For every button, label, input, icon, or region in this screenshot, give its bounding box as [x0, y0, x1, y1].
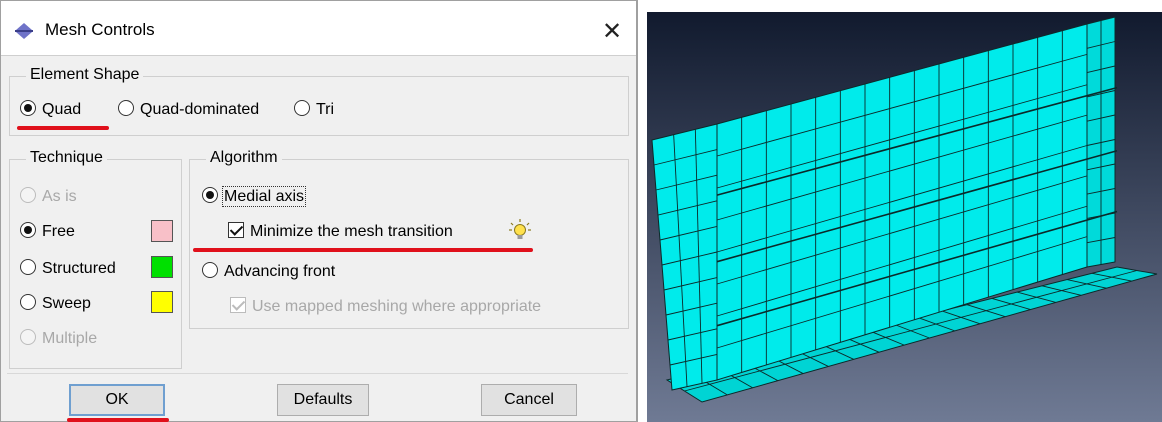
- radio-quad-dominated[interactable]: Quad-dominated: [118, 100, 259, 119]
- lightbulb-icon[interactable]: [508, 218, 532, 244]
- element-shape-legend: Element Shape: [26, 66, 144, 84]
- radio-medial-axis[interactable]: Medial axis: [202, 186, 307, 207]
- cancel-button[interactable]: Cancel: [481, 384, 577, 416]
- radio-free[interactable]: Free: [20, 222, 75, 241]
- radio-free-indicator[interactable]: [20, 222, 36, 238]
- mesh-controls-dialog: Mesh Controls ✕ Element Shape Quad Quad-…: [0, 0, 638, 422]
- radio-as-is-indicator[interactable]: [20, 187, 36, 203]
- radio-quad-indicator[interactable]: [20, 100, 36, 116]
- checkbox-mapped-meshing[interactable]: Use mapped meshing where appropriate: [230, 297, 541, 316]
- checkbox-minimize-transition-label: Minimize the mesh transition: [250, 223, 453, 240]
- radio-structured-indicator[interactable]: [20, 259, 36, 275]
- radio-advancing-front-label: Advancing front: [224, 263, 336, 280]
- radio-advancing-front-indicator[interactable]: [202, 262, 218, 278]
- radio-as-is-label: As is: [42, 188, 77, 205]
- close-icon: ✕: [601, 17, 623, 45]
- radio-tri-indicator[interactable]: [294, 100, 310, 116]
- radio-structured-label: Structured: [42, 260, 116, 277]
- annotation-underline-minimize: [193, 248, 533, 252]
- title-bar: Mesh Controls ✕: [1, 1, 636, 56]
- checkbox-minimize-transition[interactable]: Minimize the mesh transition: [228, 222, 453, 241]
- radio-tri[interactable]: Tri: [294, 100, 334, 119]
- radio-sweep-indicator[interactable]: [20, 294, 36, 310]
- radio-multiple-label: Multiple: [42, 330, 98, 347]
- algorithm-legend: Algorithm: [206, 149, 282, 167]
- meshed-part-render: [647, 12, 1162, 422]
- radio-medial-axis-label: Medial axis: [221, 186, 307, 207]
- radio-quad-dominated-label: Quad-dominated: [140, 101, 260, 118]
- radio-sweep[interactable]: Sweep: [20, 294, 91, 313]
- model-viewport[interactable]: [647, 12, 1162, 422]
- radio-multiple-indicator[interactable]: [20, 329, 36, 345]
- dialog-title: Mesh Controls: [45, 20, 155, 39]
- radio-free-label: Free: [42, 223, 75, 240]
- checkbox-mapped-meshing-label: Use mapped meshing where appropriate: [252, 298, 542, 315]
- technique-group: Technique As is Free Structured Sweep Mu…: [9, 149, 182, 369]
- annotation-underline-quad: [17, 126, 109, 130]
- radio-as-is[interactable]: As is: [20, 187, 77, 206]
- annotation-underline-ok: [67, 418, 169, 422]
- radio-medial-axis-indicator[interactable]: [202, 187, 218, 203]
- button-separator: [7, 373, 628, 374]
- radio-tri-label: Tri: [316, 101, 335, 118]
- radio-advancing-front[interactable]: Advancing front: [202, 262, 335, 281]
- radio-multiple[interactable]: Multiple: [20, 329, 97, 348]
- radio-quad[interactable]: Quad: [20, 100, 81, 119]
- algorithm-group: Algorithm Medial axis Minimize the mesh …: [189, 149, 629, 329]
- radio-structured[interactable]: Structured: [20, 259, 116, 278]
- radio-quad-label: Quad: [42, 101, 82, 118]
- structured-color-swatch: [151, 256, 173, 278]
- radio-quad-dominated-indicator[interactable]: [118, 100, 134, 116]
- sweep-color-swatch: [151, 291, 173, 313]
- radio-sweep-label: Sweep: [42, 295, 91, 312]
- ok-button[interactable]: OK: [69, 384, 165, 416]
- checkbox-mapped-meshing-box[interactable]: [230, 297, 246, 313]
- technique-legend: Technique: [26, 149, 107, 167]
- close-button[interactable]: ✕: [594, 13, 630, 49]
- free-color-swatch: [151, 220, 173, 242]
- mesh-controls-icon: [15, 23, 33, 39]
- checkbox-minimize-transition-box[interactable]: [228, 222, 244, 238]
- defaults-button[interactable]: Defaults: [277, 384, 369, 416]
